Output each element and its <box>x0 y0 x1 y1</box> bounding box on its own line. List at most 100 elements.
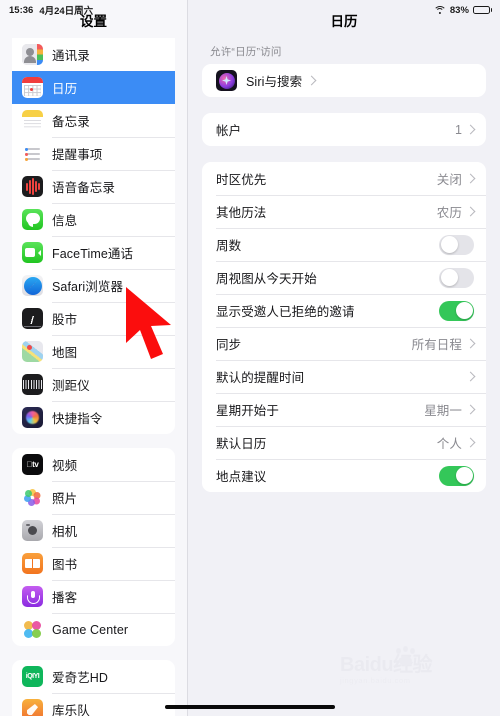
sidebar-item-label: 地图 <box>52 346 78 360</box>
sidebar-group-apps-media: tv 视频 照片 相机 <box>12 448 175 646</box>
chevron-right-icon <box>465 173 476 184</box>
sidebar-item-shortcuts[interactable]: 快捷指令 <box>12 401 175 434</box>
sidebar-item-label: 相机 <box>52 525 78 539</box>
apple-tv-icon: tv <box>22 454 43 475</box>
stocks-icon <box>22 308 43 329</box>
row-label: 其他历法 <box>216 206 267 220</box>
sidebar-item-calendar[interactable]: 日历 <box>12 71 175 104</box>
row-value: 关闭 <box>436 173 462 187</box>
settings-group-calendar-options: 时区优先 关闭 其他历法 农历 周数 周视图从今天开始 显示受邀人已拒绝的邀请 <box>202 162 486 492</box>
sidebar-group-apps-primary: 通讯录 日历 备忘录 提醒事项 语音备忘录 信息 FaceTime通话 Safa… <box>12 38 175 434</box>
sidebar-item-tv[interactable]: tv 视频 <box>12 448 175 481</box>
reminders-icon <box>22 143 43 164</box>
chevron-right-icon <box>465 124 476 135</box>
show-declined-events-toggle[interactable] <box>439 300 474 321</box>
row-default-calendar[interactable]: 默认日历 个人 <box>202 426 486 459</box>
siri-icon <box>216 70 237 91</box>
row-timezone-override[interactable]: 时区优先 关闭 <box>202 162 486 195</box>
sidebar-item-label: 日历 <box>52 82 78 96</box>
sidebar-item-safari[interactable]: Safari浏览器 <box>12 269 175 302</box>
sidebar-item-label: 信息 <box>52 214 78 228</box>
sidebar-item-iqiyi[interactable]: iQIYI 爱奇艺HD <box>12 660 175 693</box>
calendar-icon <box>22 77 43 98</box>
row-value: 所有日程 <box>411 338 462 352</box>
sidebar-item-reminders[interactable]: 提醒事项 <box>12 137 175 170</box>
sidebar-item-label: 库乐队 <box>52 704 90 716</box>
settings-group-accounts: 帐户 1 <box>202 113 486 146</box>
sidebar-item-photos[interactable]: 照片 <box>12 481 175 514</box>
week-numbers-toggle[interactable] <box>439 234 474 255</box>
home-indicator[interactable] <box>165 704 335 709</box>
sidebar-item-notes[interactable]: 备忘录 <box>12 104 175 137</box>
row-value: 个人 <box>436 437 462 451</box>
sidebar-item-contacts[interactable]: 通讯录 <box>12 38 175 71</box>
battery-percent: 83% <box>449 4 469 16</box>
row-show-declined-events[interactable]: 显示受邀人已拒绝的邀请 <box>202 294 486 327</box>
sidebar-item-label: 股市 <box>52 313 78 327</box>
row-week-numbers[interactable]: 周数 <box>202 228 486 261</box>
sidebar-item-label: FaceTime通话 <box>52 247 134 261</box>
camera-icon <box>22 520 43 541</box>
row-default-alert-times[interactable]: 默认的提醒时间 <box>202 360 486 393</box>
safari-icon <box>22 275 43 296</box>
sidebar-item-label: 视频 <box>52 459 78 473</box>
row-alternate-calendars[interactable]: 其他历法 农历 <box>202 195 486 228</box>
status-bar: 15:36 4月24日周六 83% <box>0 0 500 20</box>
watermark-url: jingyan.baidu.com <box>340 676 411 685</box>
sidebar-item-label: 快捷指令 <box>52 412 103 426</box>
sidebar-item-stocks[interactable]: 股市 <box>12 302 175 335</box>
settings-group-access: Siri与搜索 <box>202 64 486 97</box>
row-sync[interactable]: 同步 所有日程 <box>202 327 486 360</box>
sidebar-item-facetime[interactable]: FaceTime通话 <box>12 236 175 269</box>
notes-icon <box>22 110 43 131</box>
sidebar-item-game-center[interactable]: Game Center <box>12 613 175 646</box>
sidebar-item-label: 播客 <box>52 591 78 605</box>
row-siri-and-search[interactable]: Siri与搜索 <box>202 64 486 97</box>
chevron-right-icon <box>465 437 476 448</box>
iqiyi-icon: iQIYI <box>22 666 43 687</box>
sidebar-item-maps[interactable]: 地图 <box>12 335 175 368</box>
baidu-jingyan-watermark: Baidu经验 jingyan.baidu.com <box>340 646 490 698</box>
row-accounts[interactable]: 帐户 1 <box>202 113 486 146</box>
status-time: 15:36 <box>9 4 34 16</box>
voice-memos-icon <box>22 176 43 197</box>
row-label: 周视图从今天开始 <box>216 272 317 286</box>
row-value: 1 <box>454 122 462 137</box>
sidebar-item-voice-memos[interactable]: 语音备忘录 <box>12 170 175 203</box>
sidebar-item-podcasts[interactable]: 播客 <box>12 580 175 613</box>
row-label: 显示受邀人已拒绝的邀请 <box>216 305 355 319</box>
settings-sidebar[interactable]: 设置 通讯录 日历 备忘录 提醒事项 语音备忘录 信息 FaceTime通话 S… <box>0 0 188 716</box>
row-label: 帐户 <box>216 124 242 138</box>
paw-icon <box>394 646 420 668</box>
row-label: Siri与搜索 <box>246 75 303 89</box>
game-center-icon <box>22 619 43 640</box>
calendar-settings-pane: 日历 允许“日历”访问 Siri与搜索 帐户 1 时区优先 关闭 其他历法 农历… <box>188 0 500 716</box>
sidebar-scroll-area[interactable]: 通讯录 日历 备忘录 提醒事项 语音备忘录 信息 FaceTime通话 Safa… <box>0 38 187 716</box>
row-start-week-on[interactable]: 星期开始于 星期一 <box>202 393 486 426</box>
battery-icon <box>472 5 492 15</box>
status-date: 4月24日周六 <box>39 6 94 17</box>
sidebar-item-label: Game Center <box>52 622 129 637</box>
sidebar-item-garageband[interactable]: 库乐队 <box>12 693 175 716</box>
row-label: 同步 <box>216 338 242 352</box>
row-label: 星期开始于 <box>216 404 280 418</box>
sidebar-item-label: 照片 <box>52 492 78 506</box>
contacts-icon <box>22 44 43 65</box>
sidebar-item-books[interactable]: 图书 <box>12 547 175 580</box>
ipad-settings-screen: 15:36 4月24日周六 83% 设置 通讯录 日历 备忘录 提醒事项 语音备… <box>0 0 500 716</box>
sidebar-item-measure[interactable]: 测距仪 <box>12 368 175 401</box>
row-label: 周数 <box>216 239 242 253</box>
watermark-brand: Baidu <box>340 654 394 676</box>
row-location-suggestions[interactable]: 地点建议 <box>202 459 486 492</box>
sidebar-item-camera[interactable]: 相机 <box>12 514 175 547</box>
week-view-starts-today-toggle[interactable] <box>439 267 474 288</box>
row-week-view-starts-today[interactable]: 周视图从今天开始 <box>202 261 486 294</box>
location-suggestions-toggle[interactable] <box>439 465 474 486</box>
row-value: 农历 <box>436 206 462 220</box>
chevron-right-icon <box>465 404 476 415</box>
chevron-right-icon <box>465 371 476 382</box>
sidebar-item-messages[interactable]: 信息 <box>12 203 175 236</box>
chevron-right-icon <box>306 75 317 86</box>
podcasts-icon <box>22 586 43 607</box>
wifi-icon <box>433 5 447 15</box>
